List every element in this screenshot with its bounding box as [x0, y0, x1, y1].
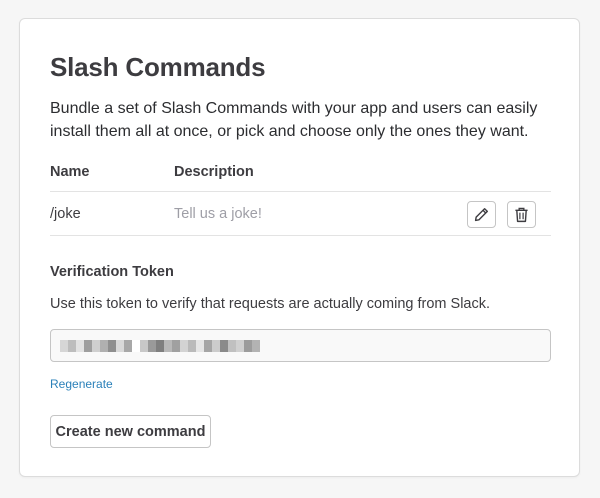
commands-table-header: Name Description [50, 164, 551, 192]
trash-icon [515, 207, 528, 222]
command-name: /joke [50, 206, 81, 222]
intro-text: Bundle a set of Slash Commands with your… [50, 100, 538, 140]
pencil-icon [474, 207, 489, 222]
verification-token-title: Verification Token [50, 264, 174, 280]
slash-commands-card: Slash Commands Bundle a set of Slash Com… [19, 18, 580, 477]
page-title: Slash Commands [50, 52, 266, 82]
verification-token-field[interactable] [50, 329, 551, 362]
command-description: Tell us a joke! [174, 206, 262, 222]
create-new-command-button[interactable]: Create new command [50, 415, 211, 448]
edit-command-button[interactable] [467, 201, 496, 228]
verification-token-help: Use this token to verify that requests a… [50, 296, 491, 312]
redacted-token [60, 340, 260, 352]
regenerate-link[interactable]: Regenerate [50, 377, 113, 391]
table-row: /joke Tell us a joke! [50, 192, 551, 236]
delete-command-button[interactable] [507, 201, 536, 228]
column-header-description: Description [174, 164, 254, 180]
column-header-name: Name [50, 164, 90, 180]
